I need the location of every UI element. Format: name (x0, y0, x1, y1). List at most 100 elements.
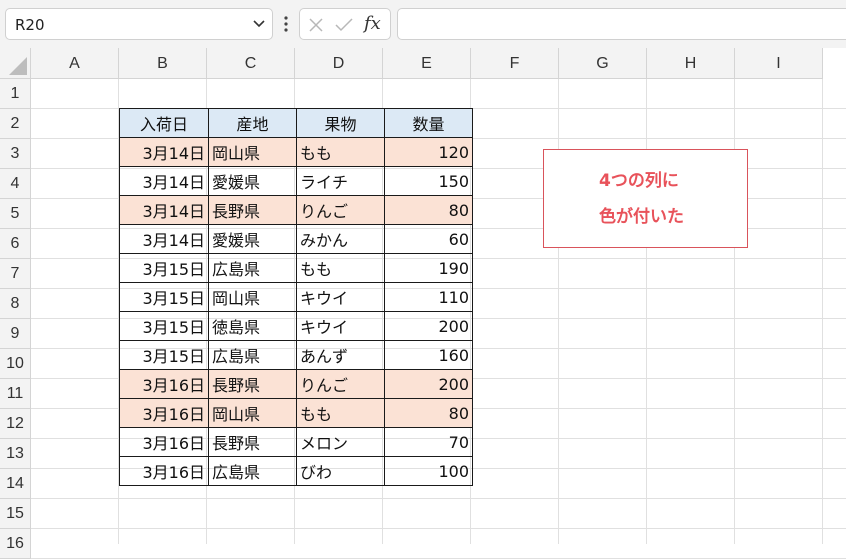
table-cell-qty[interactable]: 200 (384, 369, 473, 399)
table-cell-origin[interactable]: 徳島県 (208, 311, 297, 341)
column-header[interactable]: G (559, 48, 647, 79)
table-header-cell[interactable]: 産地 (208, 108, 297, 138)
table-cell-qty[interactable]: 100 (384, 456, 473, 486)
table-cell-date[interactable]: 3月16日 (119, 398, 209, 428)
select-all-icon (9, 57, 27, 75)
column-header[interactable]: H (647, 48, 735, 79)
table-cell-qty[interactable]: 110 (384, 282, 473, 312)
row-header[interactable]: 4 (0, 169, 31, 199)
table-cell-fruit[interactable]: りんご (296, 195, 385, 225)
row-header[interactable]: 2 (0, 109, 31, 139)
table-cell-fruit[interactable]: びわ (296, 456, 385, 486)
annotation-line-1: 4つの列に (599, 171, 679, 191)
table-cell-date[interactable]: 3月14日 (119, 137, 209, 167)
table-cell-date[interactable]: 3月14日 (119, 195, 209, 225)
table-cell-date[interactable]: 3月16日 (119, 456, 209, 486)
table-row: 3月16日 広島県 びわ 100 (119, 456, 473, 486)
table-cell-fruit[interactable]: もも (296, 253, 385, 283)
table-cell-origin[interactable]: 愛媛県 (208, 224, 297, 254)
table-cell-date[interactable]: 3月16日 (119, 427, 209, 457)
column-header[interactable]: A (31, 48, 119, 79)
more-options-icon[interactable] (282, 14, 290, 34)
table-cell-qty[interactable]: 80 (384, 195, 473, 225)
table-cell-date[interactable]: 3月15日 (119, 282, 209, 312)
row-header[interactable]: 11 (0, 379, 31, 409)
table-cell-fruit[interactable]: もも (296, 398, 385, 428)
table-cell-fruit[interactable]: もも (296, 137, 385, 167)
table-cell-qty[interactable]: 160 (384, 340, 473, 370)
row-header[interactable]: 6 (0, 229, 31, 259)
table-cell-qty[interactable]: 80 (384, 398, 473, 428)
table-header-cell[interactable]: 入荷日 (119, 108, 209, 138)
annotation-box[interactable]: 4つの列に 色が付いた (543, 149, 748, 248)
column-header[interactable]: D (295, 48, 383, 79)
formula-controls: fx (299, 8, 391, 40)
table-cell-qty[interactable]: 70 (384, 427, 473, 457)
table-cell-qty[interactable]: 60 (384, 224, 473, 254)
row-header[interactable]: 16 (0, 529, 31, 559)
table-cell-date[interactable]: 3月16日 (119, 369, 209, 399)
table-cell-origin[interactable]: 愛媛県 (208, 166, 297, 196)
table-cell-date[interactable]: 3月15日 (119, 311, 209, 341)
row-header[interactable]: 10 (0, 349, 31, 379)
row-header[interactable]: 3 (0, 139, 31, 169)
name-box[interactable]: R20 (5, 8, 273, 40)
column-header[interactable]: I (735, 48, 823, 79)
table-row: 3月15日 広島県 あんず 160 (119, 340, 473, 370)
insert-function-icon[interactable]: fx (364, 13, 381, 34)
row-header[interactable]: 8 (0, 289, 31, 319)
table-cell-origin[interactable]: 岡山県 (208, 398, 297, 428)
table-cell-origin[interactable]: 長野県 (208, 369, 297, 399)
table-cell-origin[interactable]: 長野県 (208, 195, 297, 225)
row-header[interactable]: 5 (0, 199, 31, 229)
table-cell-origin[interactable]: 広島県 (208, 456, 297, 486)
table-cell-origin[interactable]: 長野県 (208, 427, 297, 457)
table-cell-date[interactable]: 3月14日 (119, 166, 209, 196)
table-cell-fruit[interactable]: キウイ (296, 311, 385, 341)
table-cell-date[interactable]: 3月14日 (119, 224, 209, 254)
table-cell-origin[interactable]: 岡山県 (208, 282, 297, 312)
table-cell-fruit[interactable]: メロン (296, 427, 385, 457)
row-header[interactable]: 12 (0, 409, 31, 439)
table-cell-date[interactable]: 3月15日 (119, 253, 209, 283)
confirm-icon[interactable] (335, 17, 353, 33)
table-row: 3月15日 徳島県 キウイ 200 (119, 311, 473, 341)
table-cell-fruit[interactable]: ライチ (296, 166, 385, 196)
table-cell-fruit[interactable]: あんず (296, 340, 385, 370)
table-cell-fruit[interactable]: りんご (296, 369, 385, 399)
table-row: 3月15日 広島県 もも 190 (119, 253, 473, 283)
formula-input[interactable] (397, 8, 846, 40)
row-header[interactable]: 7 (0, 259, 31, 289)
table-cell-qty[interactable]: 190 (384, 253, 473, 283)
cancel-icon[interactable] (308, 17, 324, 33)
row-header[interactable]: 9 (0, 319, 31, 349)
annotation-line-2: 色が付いた (599, 207, 684, 227)
formula-bar: R20 fx (0, 0, 846, 48)
table-row: 3月14日 長野県 りんご 80 (119, 195, 473, 225)
chevron-down-icon[interactable] (252, 16, 266, 30)
column-header[interactable]: E (383, 48, 471, 79)
column-header[interactable]: C (207, 48, 295, 79)
table-row: 3月16日 長野県 メロン 70 (119, 427, 473, 457)
table-cell-fruit[interactable]: キウイ (296, 282, 385, 312)
table-cell-origin[interactable]: 岡山県 (208, 137, 297, 167)
column-header[interactable]: F (471, 48, 559, 79)
table-cell-date[interactable]: 3月15日 (119, 340, 209, 370)
table-cell-qty[interactable]: 150 (384, 166, 473, 196)
table-row: 3月14日 岡山県 もも 120 (119, 137, 473, 167)
column-header[interactable]: B (119, 48, 207, 79)
table-cell-fruit[interactable]: みかん (296, 224, 385, 254)
table-header-cell[interactable]: 数量 (384, 108, 473, 138)
table-cell-qty[interactable]: 120 (384, 137, 473, 167)
row-header[interactable]: 14 (0, 469, 31, 499)
table-cell-origin[interactable]: 広島県 (208, 340, 297, 370)
name-box-value: R20 (15, 16, 45, 34)
select-all-button[interactable] (0, 48, 31, 79)
data-table: 入荷日 産地 果物 数量 3月14日 岡山県 もも 120 3月14日 愛媛県 ライチ 150 3月14… (119, 108, 473, 486)
row-header[interactable]: 15 (0, 499, 31, 529)
table-cell-origin[interactable]: 広島県 (208, 253, 297, 283)
row-header[interactable]: 13 (0, 439, 31, 469)
table-header-cell[interactable]: 果物 (296, 108, 385, 138)
table-cell-qty[interactable]: 200 (384, 311, 473, 341)
row-header[interactable]: 1 (0, 79, 31, 109)
